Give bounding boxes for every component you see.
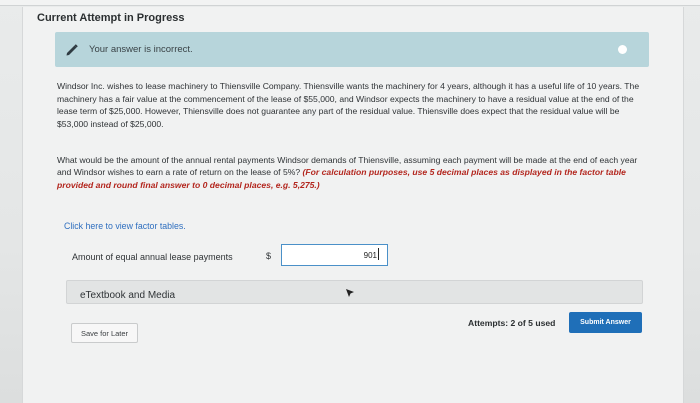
pencil-icon (64, 42, 80, 58)
top-strip (0, 0, 700, 6)
etextbook-label: eTextbook and Media (80, 290, 176, 301)
lease-payment-input[interactable] (281, 244, 388, 266)
status-dot-icon (618, 45, 627, 54)
factor-tables-link[interactable]: Click here to view factor tables. (64, 221, 186, 231)
currency-symbol: $ (266, 251, 272, 261)
incorrect-answer-alert: Your answer is incorrect. (55, 32, 649, 67)
page-background: Current Attempt in Progress Your answer … (0, 0, 700, 403)
alert-message: Your answer is incorrect. (89, 44, 193, 55)
submit-answer-button[interactable]: Submit Answer (569, 312, 642, 333)
problem-statement: Windsor Inc. wishes to lease machinery t… (57, 81, 640, 129)
question-prompt: What would be the amount of the annual r… (57, 154, 651, 191)
attempts-counter: Attempts: 2 of 5 used (468, 318, 556, 328)
text-caret (378, 248, 379, 260)
answer-label: Amount of equal annual lease payments (72, 252, 233, 262)
mouse-cursor-icon (346, 289, 354, 297)
save-for-later-button[interactable]: Save for Later (71, 323, 138, 343)
page-title: Current Attempt in Progress (37, 12, 185, 24)
